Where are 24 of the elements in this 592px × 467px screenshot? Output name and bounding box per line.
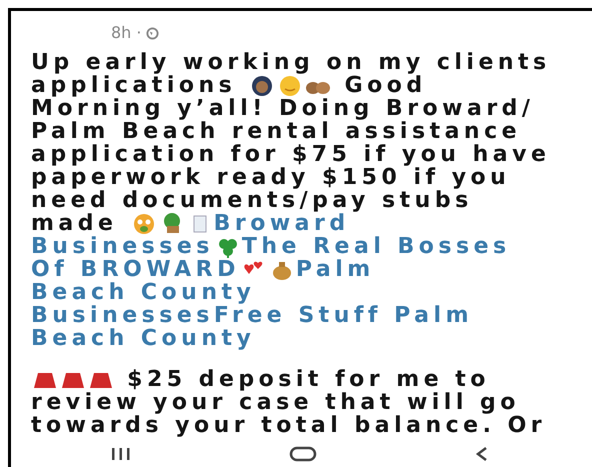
post-text: paperwork ready $150 if you xyxy=(31,166,510,189)
post-text: $25 deposit for me to xyxy=(126,368,490,391)
group-link[interactable]: Broward xyxy=(214,212,350,235)
group-link[interactable]: Palm xyxy=(296,258,375,281)
post-text: Morning y’all! Doing Broward/ xyxy=(31,97,534,120)
group-link[interactable]: Businesses xyxy=(31,235,214,258)
recent-apps-icon[interactable] xyxy=(110,447,132,461)
post-text: application for $75 if you have xyxy=(31,143,550,166)
group-link[interactable]: The Real Bosses xyxy=(242,235,511,258)
post-text: made xyxy=(31,212,118,235)
post-text: applications xyxy=(31,74,236,97)
post-text: Palm Beach rental assistance xyxy=(31,120,522,143)
post-text: need documents/pay stubs xyxy=(31,189,473,212)
post-text: Good xyxy=(344,74,427,97)
group-link[interactable]: BusinessesFree Stuff Palm xyxy=(31,304,473,327)
post-text: Up early working on my clients xyxy=(31,51,551,74)
post-text: towards your total balance. Or xyxy=(31,414,546,437)
back-icon[interactable] xyxy=(475,446,490,462)
group-link[interactable]: Of BROWARD xyxy=(31,258,240,281)
post-time: 8h · xyxy=(111,22,142,44)
group-link[interactable]: Beach County xyxy=(31,327,256,350)
group-link[interactable]: Beach County xyxy=(31,281,256,304)
post-text: review your case that will go xyxy=(31,391,520,414)
home-icon[interactable] xyxy=(289,446,318,462)
